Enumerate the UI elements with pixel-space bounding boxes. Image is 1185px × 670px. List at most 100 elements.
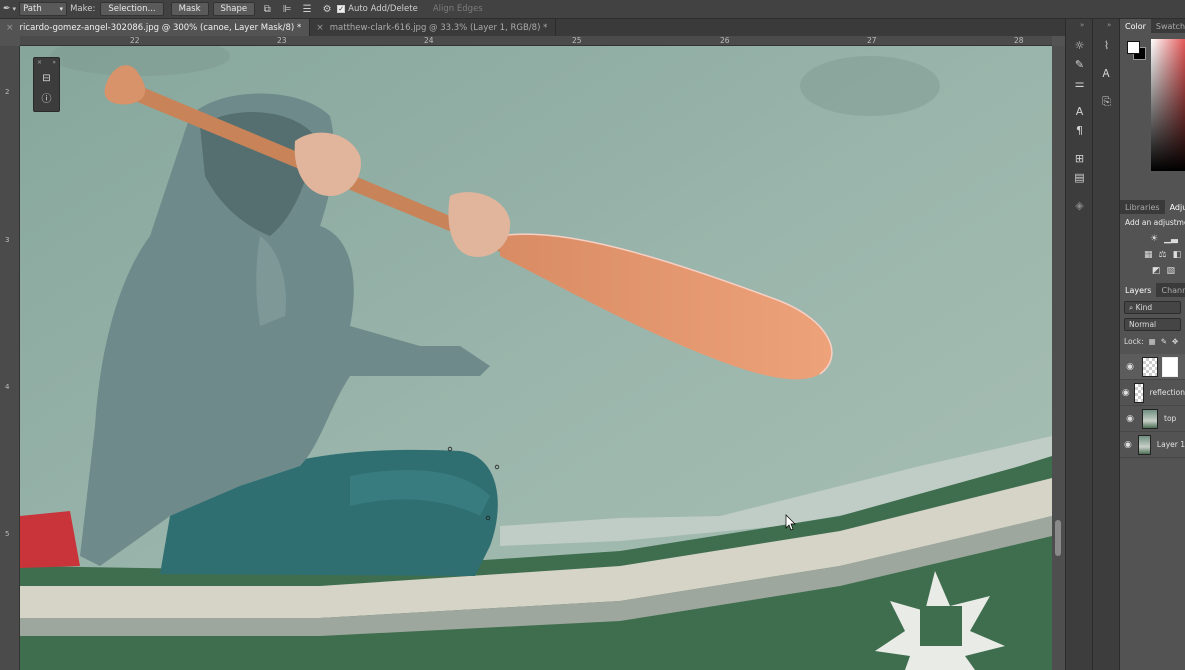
collapse-icon[interactable]: » — [52, 59, 56, 66]
panel-icon-strip-right: » ⌇ Ꭺ ⎘ — [1092, 19, 1119, 670]
vertical-scrollbar[interactable] — [1052, 46, 1065, 670]
exposure-icon[interactable]: ▦ — [1144, 250, 1153, 260]
document-canvas[interactable] — [20, 46, 1052, 670]
lock-position-icon[interactable]: ✥ — [1172, 337, 1178, 346]
panel-icon-strip-left: » ☼ ✎ ⚌ A ¶ ⊞ ▤ ◈ — [1065, 19, 1092, 670]
ruler-tick: 25 — [572, 36, 582, 45]
path-operations-icon[interactable]: ⧉ — [260, 2, 274, 16]
sliders-icon[interactable]: ⚌ — [1071, 75, 1088, 92]
info-icon[interactable]: ⓘ — [37, 89, 57, 105]
tab-document-1[interactable]: × ricardo-gomez-angel-302086.jpg @ 300% … — [0, 19, 311, 36]
gear-icon[interactable]: ⚙ — [320, 2, 334, 16]
make-mask-button[interactable]: Mask — [170, 2, 209, 16]
ruler-tick: 22 — [130, 36, 140, 45]
brightness-icon[interactable]: ☀ — [1150, 234, 1158, 244]
levels-icon[interactable]: ▁▃ — [1164, 234, 1178, 244]
lock-transparent-icon[interactable]: ▦ — [1149, 337, 1156, 346]
layer-row[interactable]: ◉ reflection — [1120, 380, 1185, 406]
make-selection-button[interactable]: Selection... — [100, 2, 164, 16]
align-edges-label: Align Edges — [432, 4, 483, 14]
tab-adjustments[interactable]: Adjustments — [1164, 200, 1185, 214]
collapse-icon[interactable]: » — [1107, 21, 1111, 29]
lock-paint-icon[interactable]: ✎ — [1161, 337, 1167, 346]
color-spectrum[interactable] — [1151, 39, 1185, 171]
close-icon[interactable]: × — [316, 23, 324, 33]
path-alignment-icon[interactable]: ⊫ — [280, 2, 294, 16]
tab-layers[interactable]: Layers — [1120, 283, 1157, 297]
tab-document-2[interactable]: × matthew-clark-616.jpg @ 33.3% (Layer 1… — [310, 19, 557, 36]
tab-libraries[interactable]: Libraries — [1120, 203, 1165, 212]
pen-tool-preset[interactable]: ✒ ▾ — [0, 4, 19, 14]
foreground-color-swatch[interactable] — [1127, 41, 1140, 54]
layer-name: Layer 1 — [1156, 440, 1185, 449]
brush-settings-icon[interactable]: ⌇ — [1098, 37, 1115, 54]
paragraph-icon[interactable]: ¶ — [1071, 122, 1088, 139]
sun-icon[interactable]: ☼ — [1071, 37, 1088, 54]
tab-title: matthew-clark-616.jpg @ 33.3% (Layer 1, … — [329, 22, 548, 33]
collapse-icon[interactable]: » — [1080, 21, 1084, 29]
eye-icon[interactable]: ◉ — [1120, 388, 1132, 398]
eye-icon[interactable]: ◉ — [1120, 440, 1136, 450]
eye-icon[interactable]: ◉ — [1120, 362, 1140, 372]
layer-thumbnail — [1133, 382, 1144, 403]
color-panel — [1120, 33, 1185, 178]
ruler-tick: 5 — [5, 530, 10, 538]
layer-row[interactable]: ◉ Layer 1 — [1120, 432, 1185, 458]
ruler-tick: 3 — [5, 236, 10, 244]
tool-mode-value: Path — [23, 4, 42, 14]
3d-icon[interactable]: ◈ — [1071, 197, 1088, 214]
tab-swatches[interactable]: Swatches — [1151, 22, 1185, 31]
layer-name: reflection — [1149, 388, 1185, 397]
filter-kind-value: Kind — [1135, 303, 1153, 312]
ruler-tick: 27 — [867, 36, 877, 45]
tool-mode-select[interactable]: Path ▾ — [19, 2, 68, 16]
document-tab-bar: × ricardo-gomez-angel-302086.jpg @ 300% … — [0, 19, 1065, 36]
layer-name: top — [1164, 414, 1177, 423]
adjustment-icons-row: ☀ ▁▃ — [1120, 231, 1185, 247]
notes-icon[interactable]: ▤ — [1071, 169, 1088, 186]
properties-icon[interactable]: ⊟ — [37, 70, 57, 86]
adjustments-panel-tabs: Libraries Adjustments — [1120, 200, 1185, 214]
glyphs-icon[interactable]: Ꭺ — [1098, 65, 1115, 82]
close-icon[interactable]: × — [37, 59, 42, 66]
balance-icon[interactable]: ⚖ — [1159, 250, 1167, 260]
pen-tool-icon: ✒ — [3, 4, 11, 14]
brush-icon[interactable]: ✎ — [1071, 56, 1088, 73]
ruler-tick: 24 — [424, 36, 434, 45]
close-icon[interactable]: × — [6, 23, 14, 33]
ruler-tick: 4 — [5, 383, 10, 391]
layer-row[interactable]: ◉ top — [1120, 406, 1185, 432]
eye-icon[interactable]: ◉ — [1120, 414, 1140, 424]
photo-filter-icon[interactable]: ◩ — [1152, 266, 1161, 276]
layer-filter-select[interactable]: ⌕ Kind — [1124, 301, 1181, 314]
layers-list: ◉ ◉ reflection ◉ top ◉ Layer 1 — [1120, 354, 1185, 458]
bw-icon[interactable]: ◧ — [1173, 250, 1182, 260]
panel-header: ×» — [34, 58, 59, 67]
tab-color[interactable]: Color — [1120, 19, 1151, 33]
floating-tool-panel: ×» ⊟ ⓘ — [33, 57, 60, 112]
ruler-vertical[interactable]: 2 3 4 5 — [0, 46, 20, 670]
layer-row[interactable]: ◉ — [1120, 354, 1185, 380]
layer-comps-icon[interactable]: ⊞ — [1071, 150, 1088, 167]
tab-title: ricardo-gomez-angel-302086.jpg @ 300% (c… — [19, 22, 302, 33]
scrollbar-thumb[interactable] — [1055, 520, 1061, 556]
chevron-down-icon: ▾ — [59, 5, 64, 13]
make-shape-button[interactable]: Shape — [212, 2, 256, 16]
layer-thumbnail — [1137, 434, 1151, 455]
layer-mask-thumbnail[interactable] — [1162, 356, 1178, 377]
adjustment-icons-row: ◩ ▧ — [1120, 263, 1185, 279]
ruler-tick: 23 — [277, 36, 287, 45]
ruler-horizontal[interactable]: 22 23 24 25 26 27 28 — [20, 36, 1052, 46]
path-arrangement-icon[interactable]: ☰ — [300, 2, 314, 16]
blend-mode-value: Normal — [1129, 320, 1157, 329]
clone-source-icon[interactable]: ⎘ — [1098, 93, 1115, 110]
blend-mode-select[interactable]: Normal — [1124, 318, 1181, 331]
make-label: Make: — [70, 4, 96, 14]
ruler-tick: 28 — [1014, 36, 1024, 45]
ruler-tick: 26 — [720, 36, 730, 45]
gradient-map-icon[interactable]: ▧ — [1167, 266, 1176, 276]
auto-add-delete-checkbox[interactable]: ✓ — [337, 5, 346, 13]
ruler-tick: 2 — [5, 88, 10, 96]
character-icon[interactable]: A — [1071, 103, 1088, 120]
tab-channels[interactable]: Channels — [1156, 286, 1185, 295]
